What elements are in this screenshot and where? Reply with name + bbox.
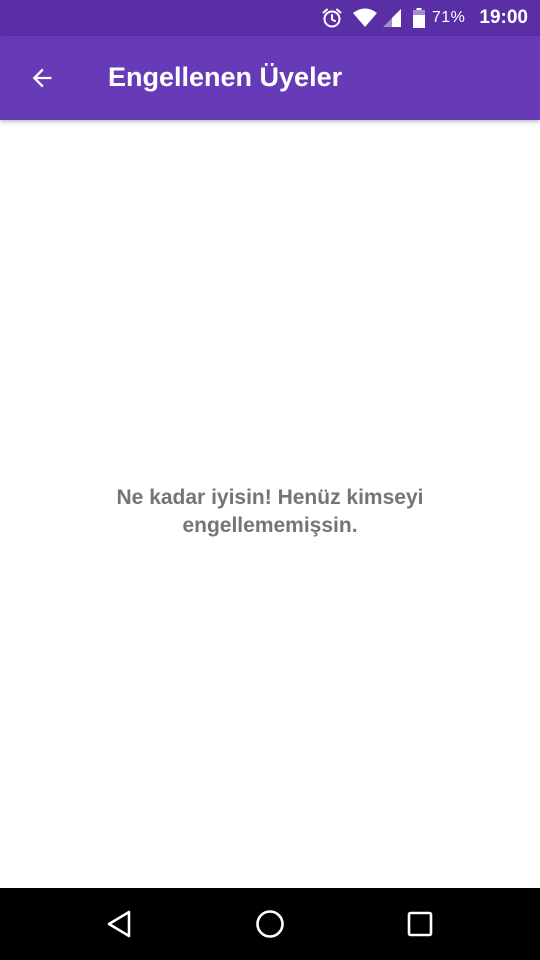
nav-recents-button[interactable]: [396, 900, 444, 948]
page-title: Engellenen Üyeler: [108, 62, 343, 92]
cellular-signal-icon: [380, 0, 402, 36]
arrow-back-icon: [32, 68, 52, 88]
nav-back-icon: [107, 910, 131, 938]
app-bar: Engellenen Üyeler: [0, 36, 540, 120]
alarm-icon: [320, 0, 344, 36]
blocked-members-list: Ne kadar iyisin! Henüz kimseyi engelleme…: [0, 120, 540, 888]
nav-home-icon: [256, 910, 284, 938]
back-button[interactable]: [18, 54, 66, 102]
nav-recents-icon: [407, 911, 433, 937]
status-clock: 19:00: [479, 7, 528, 28]
battery-percent: 71%: [431, 9, 466, 26]
nav-home-button[interactable]: [246, 900, 294, 948]
battery-icon: [412, 0, 426, 36]
nav-back-button[interactable]: [96, 900, 144, 948]
wifi-icon: [352, 0, 378, 36]
navigation-bar: [0, 888, 540, 960]
empty-state-message: Ne kadar iyisin! Henüz kimseyi engelleme…: [116, 486, 424, 537]
status-bar: 71% 19:00: [0, 0, 540, 36]
